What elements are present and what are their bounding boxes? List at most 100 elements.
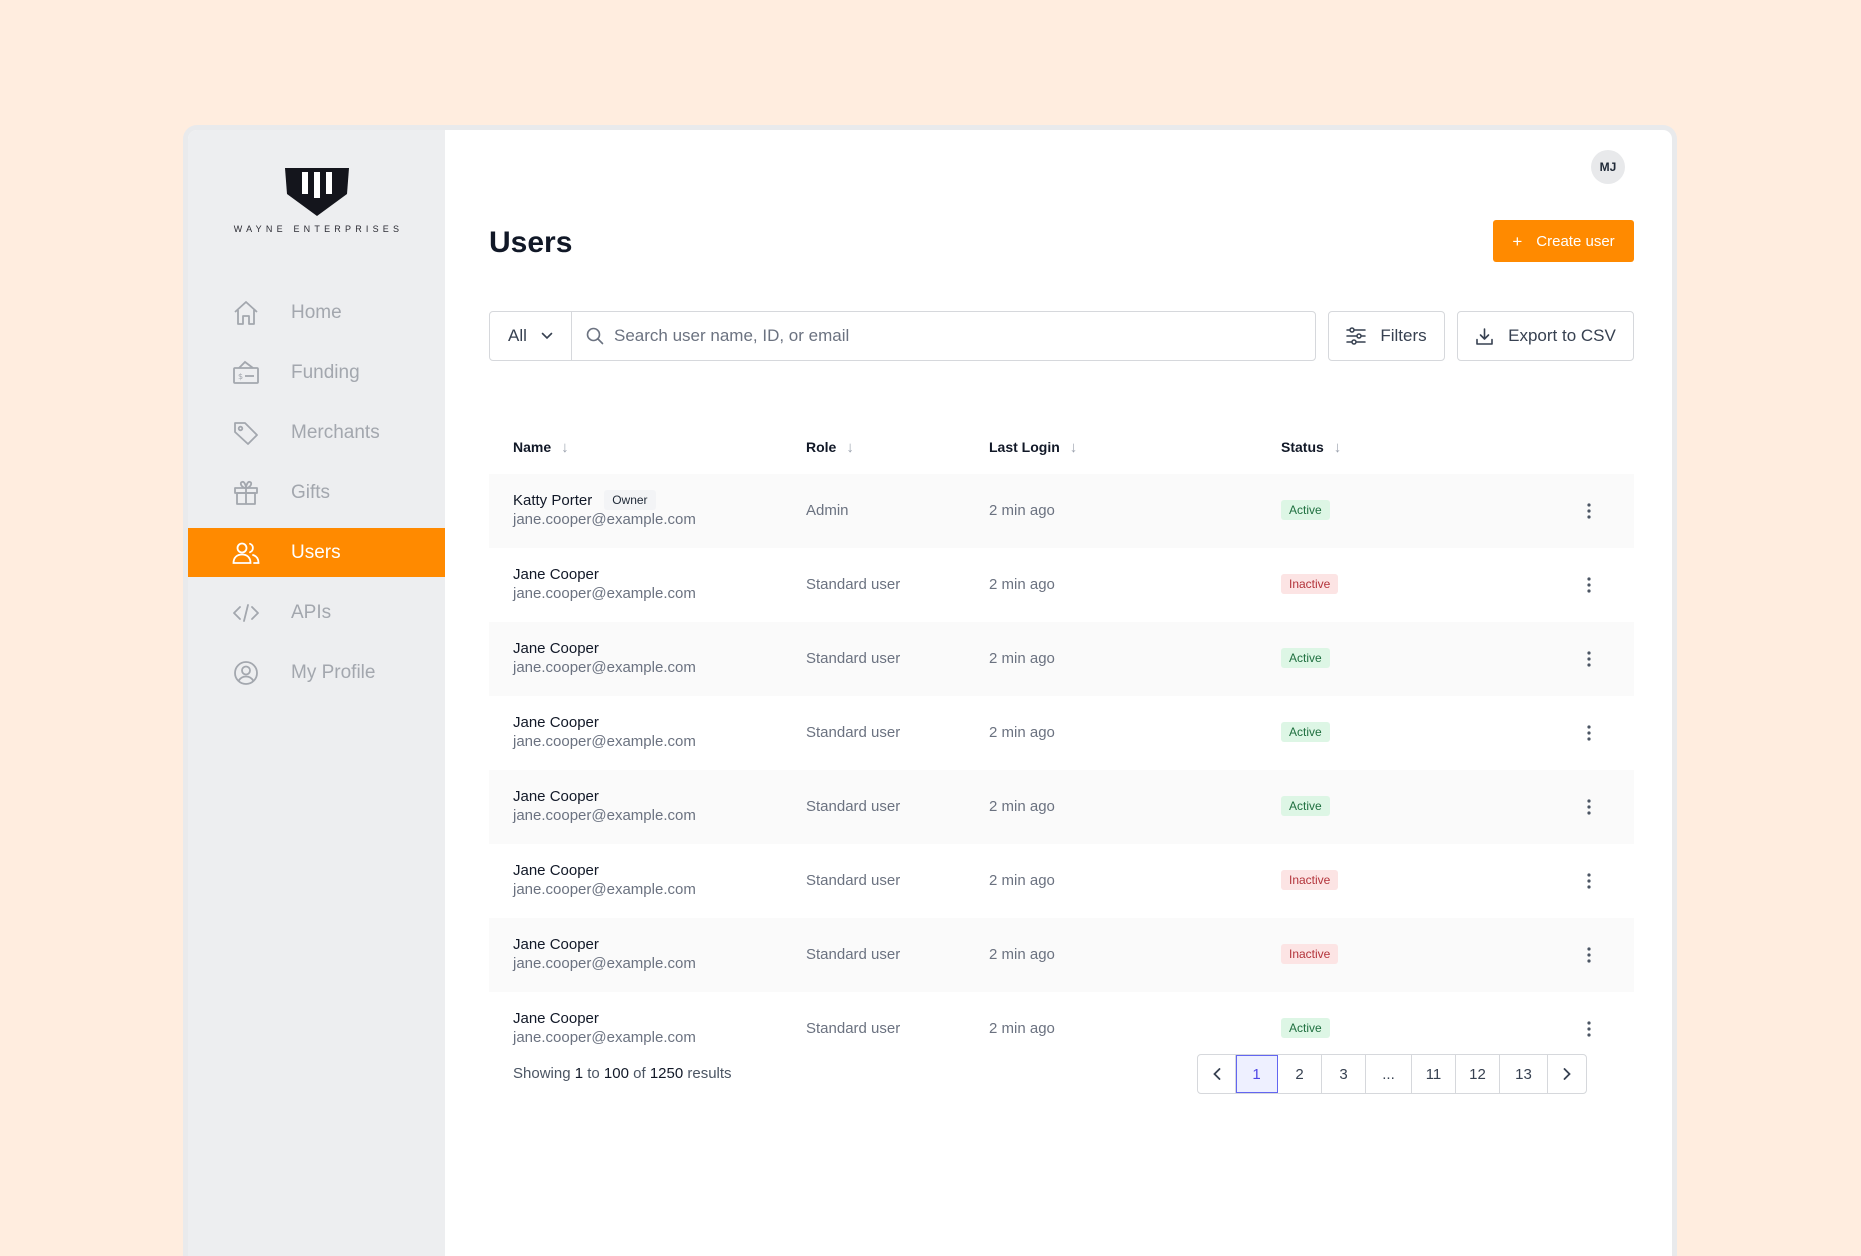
- sidebar-item-users[interactable]: Users: [188, 528, 445, 577]
- wayne-logo-icon: [284, 168, 349, 216]
- user-cell: Jane Cooper jane.cooper@example.com: [513, 712, 696, 751]
- row-actions-button[interactable]: [1579, 942, 1599, 968]
- column-label: Role: [806, 439, 837, 455]
- sidebar-item-label: Home: [291, 301, 342, 323]
- main-content: MJ Users + Create user All Filters Expor…: [445, 130, 1672, 1256]
- sidebar-item-label: APIs: [291, 601, 332, 623]
- last-login: 2 min ago: [989, 872, 1055, 889]
- table-row[interactable]: Jane Cooper jane.cooper@example.com Standa…: [489, 844, 1634, 918]
- status-badge: Active: [1281, 722, 1330, 742]
- row-actions-button[interactable]: [1579, 868, 1599, 894]
- more-vertical-icon: [1587, 725, 1591, 741]
- page-button[interactable]: 11: [1412, 1055, 1456, 1093]
- user-name-line: Jane Cooper: [513, 712, 696, 732]
- sidebar-item-merchants[interactable]: Merchants: [188, 408, 445, 457]
- table-header: Name ↓ Role ↓ Last Login ↓ Status ↓: [489, 420, 1634, 474]
- create-user-button[interactable]: + Create user: [1493, 220, 1634, 262]
- user-name: Jane Cooper: [513, 639, 599, 657]
- column-header-status[interactable]: Status ↓: [1281, 439, 1341, 456]
- sort-arrow-icon: ↓: [1333, 438, 1342, 456]
- tag-icon: [231, 418, 261, 448]
- chevron-right-icon: [1563, 1068, 1571, 1080]
- status-cell: Inactive: [1281, 944, 1339, 964]
- row-actions-button[interactable]: [1579, 498, 1599, 524]
- status-badge: Active: [1281, 648, 1330, 668]
- status-cell: Active: [1281, 1018, 1330, 1038]
- row-actions-button[interactable]: [1579, 646, 1599, 672]
- table-row[interactable]: Jane Cooper jane.cooper@example.com Standa…: [489, 696, 1634, 770]
- table-row[interactable]: Katty Porter Owner jane.cooper@example.com…: [489, 474, 1634, 548]
- table-row[interactable]: Jane Cooper jane.cooper@example.com Standa…: [489, 918, 1634, 992]
- user-role: Standard user: [806, 724, 901, 741]
- sidebar-item-funding[interactable]: $ Funding: [188, 348, 445, 397]
- more-vertical-icon: [1587, 1021, 1591, 1037]
- user-name-line: Jane Cooper: [513, 860, 696, 880]
- row-actions-button[interactable]: [1579, 794, 1599, 820]
- code-icon: [231, 598, 261, 628]
- chevron-left-icon: [1212, 1068, 1220, 1080]
- owner-tag: Owner: [604, 490, 656, 510]
- status-cell: Active: [1281, 722, 1330, 742]
- table-row[interactable]: Jane Cooper jane.cooper@example.com Standa…: [489, 770, 1634, 844]
- last-login: 2 min ago: [989, 1020, 1055, 1037]
- page-button[interactable]: 12: [1456, 1055, 1500, 1093]
- user-role: Standard user: [806, 650, 901, 667]
- user-name: Katty Porter: [513, 491, 593, 509]
- user-name-line: Jane Cooper: [513, 564, 696, 584]
- avatar[interactable]: MJ: [1591, 150, 1625, 184]
- user-role: Standard user: [806, 872, 901, 889]
- more-vertical-icon: [1587, 503, 1591, 519]
- sidebar-item-gifts[interactable]: Gifts: [188, 468, 445, 517]
- column-header-role[interactable]: Role ↓: [806, 439, 854, 456]
- search-input[interactable]: [614, 326, 1304, 346]
- column-header-last-login[interactable]: Last Login ↓: [989, 439, 1077, 456]
- sidebar-item-label: My Profile: [291, 661, 376, 683]
- status-cell: Active: [1281, 648, 1330, 668]
- sidebar-item-label: Gifts: [291, 481, 331, 503]
- pagination: 1 2 3... 11 12 13: [1197, 1054, 1587, 1094]
- user-role: Standard user: [806, 946, 901, 963]
- scope-select[interactable]: All: [489, 311, 572, 361]
- user-cell: Jane Cooper jane.cooper@example.com: [513, 786, 696, 825]
- prev-page-button[interactable]: [1198, 1055, 1236, 1093]
- status-badge: Active: [1281, 796, 1330, 816]
- user-email: jane.cooper@example.com: [513, 881, 696, 898]
- user-email: jane.cooper@example.com: [513, 659, 696, 676]
- summary-text: Showing: [513, 1065, 571, 1082]
- page-button[interactable]: 3: [1322, 1055, 1366, 1093]
- status-cell: Active: [1281, 796, 1330, 816]
- status-badge: Active: [1281, 1018, 1330, 1038]
- row-actions-button[interactable]: [1579, 572, 1599, 598]
- brand-logo[interactable]: WAYNE ENTERPRISES: [188, 166, 445, 234]
- summary-text: results: [687, 1065, 732, 1082]
- sidebar-item-my-profile[interactable]: My Profile: [188, 648, 445, 697]
- brand-name: WAYNE ENTERPRISES: [233, 224, 404, 234]
- table-row[interactable]: Jane Cooper jane.cooper@example.com Standa…: [489, 622, 1634, 696]
- sidebar: WAYNE ENTERPRISES Home $ Funding Merchan…: [188, 130, 445, 1256]
- funding-icon: $: [231, 358, 261, 388]
- column-header-name[interactable]: Name ↓: [513, 439, 569, 456]
- table-row[interactable]: Jane Cooper jane.cooper@example.com Standa…: [489, 548, 1634, 622]
- page-button[interactable]: 2: [1278, 1055, 1322, 1093]
- filters-button[interactable]: Filters: [1328, 311, 1445, 361]
- row-actions-button[interactable]: [1579, 720, 1599, 746]
- export-csv-button[interactable]: Export to CSV: [1457, 311, 1634, 361]
- user-cell: Katty Porter Owner jane.cooper@example.com: [513, 490, 696, 528]
- toolbar: All Filters Export to CSV: [489, 311, 1634, 361]
- status-badge: Inactive: [1281, 870, 1339, 890]
- status-badge: Active: [1281, 500, 1330, 520]
- page-button[interactable]: 1: [1236, 1055, 1278, 1093]
- page-button[interactable]: 13: [1500, 1055, 1548, 1093]
- last-login: 2 min ago: [989, 576, 1055, 593]
- row-actions-button[interactable]: [1579, 1016, 1599, 1042]
- sidebar-item-home[interactable]: Home: [188, 288, 445, 337]
- next-page-button[interactable]: [1548, 1055, 1586, 1093]
- user-name: Jane Cooper: [513, 1009, 599, 1027]
- user-cell: Jane Cooper jane.cooper@example.com: [513, 564, 696, 603]
- user-name-line: Katty Porter Owner: [513, 490, 696, 510]
- user-cell: Jane Cooper jane.cooper@example.com: [513, 860, 696, 899]
- table-footer: Showing 1 to 100 of 1250 results 1 2 3... 1…: [489, 1054, 1634, 1094]
- user-role: Standard user: [806, 798, 901, 815]
- user-name-line: Jane Cooper: [513, 934, 696, 954]
- sidebar-item-apis[interactable]: APIs: [188, 588, 445, 637]
